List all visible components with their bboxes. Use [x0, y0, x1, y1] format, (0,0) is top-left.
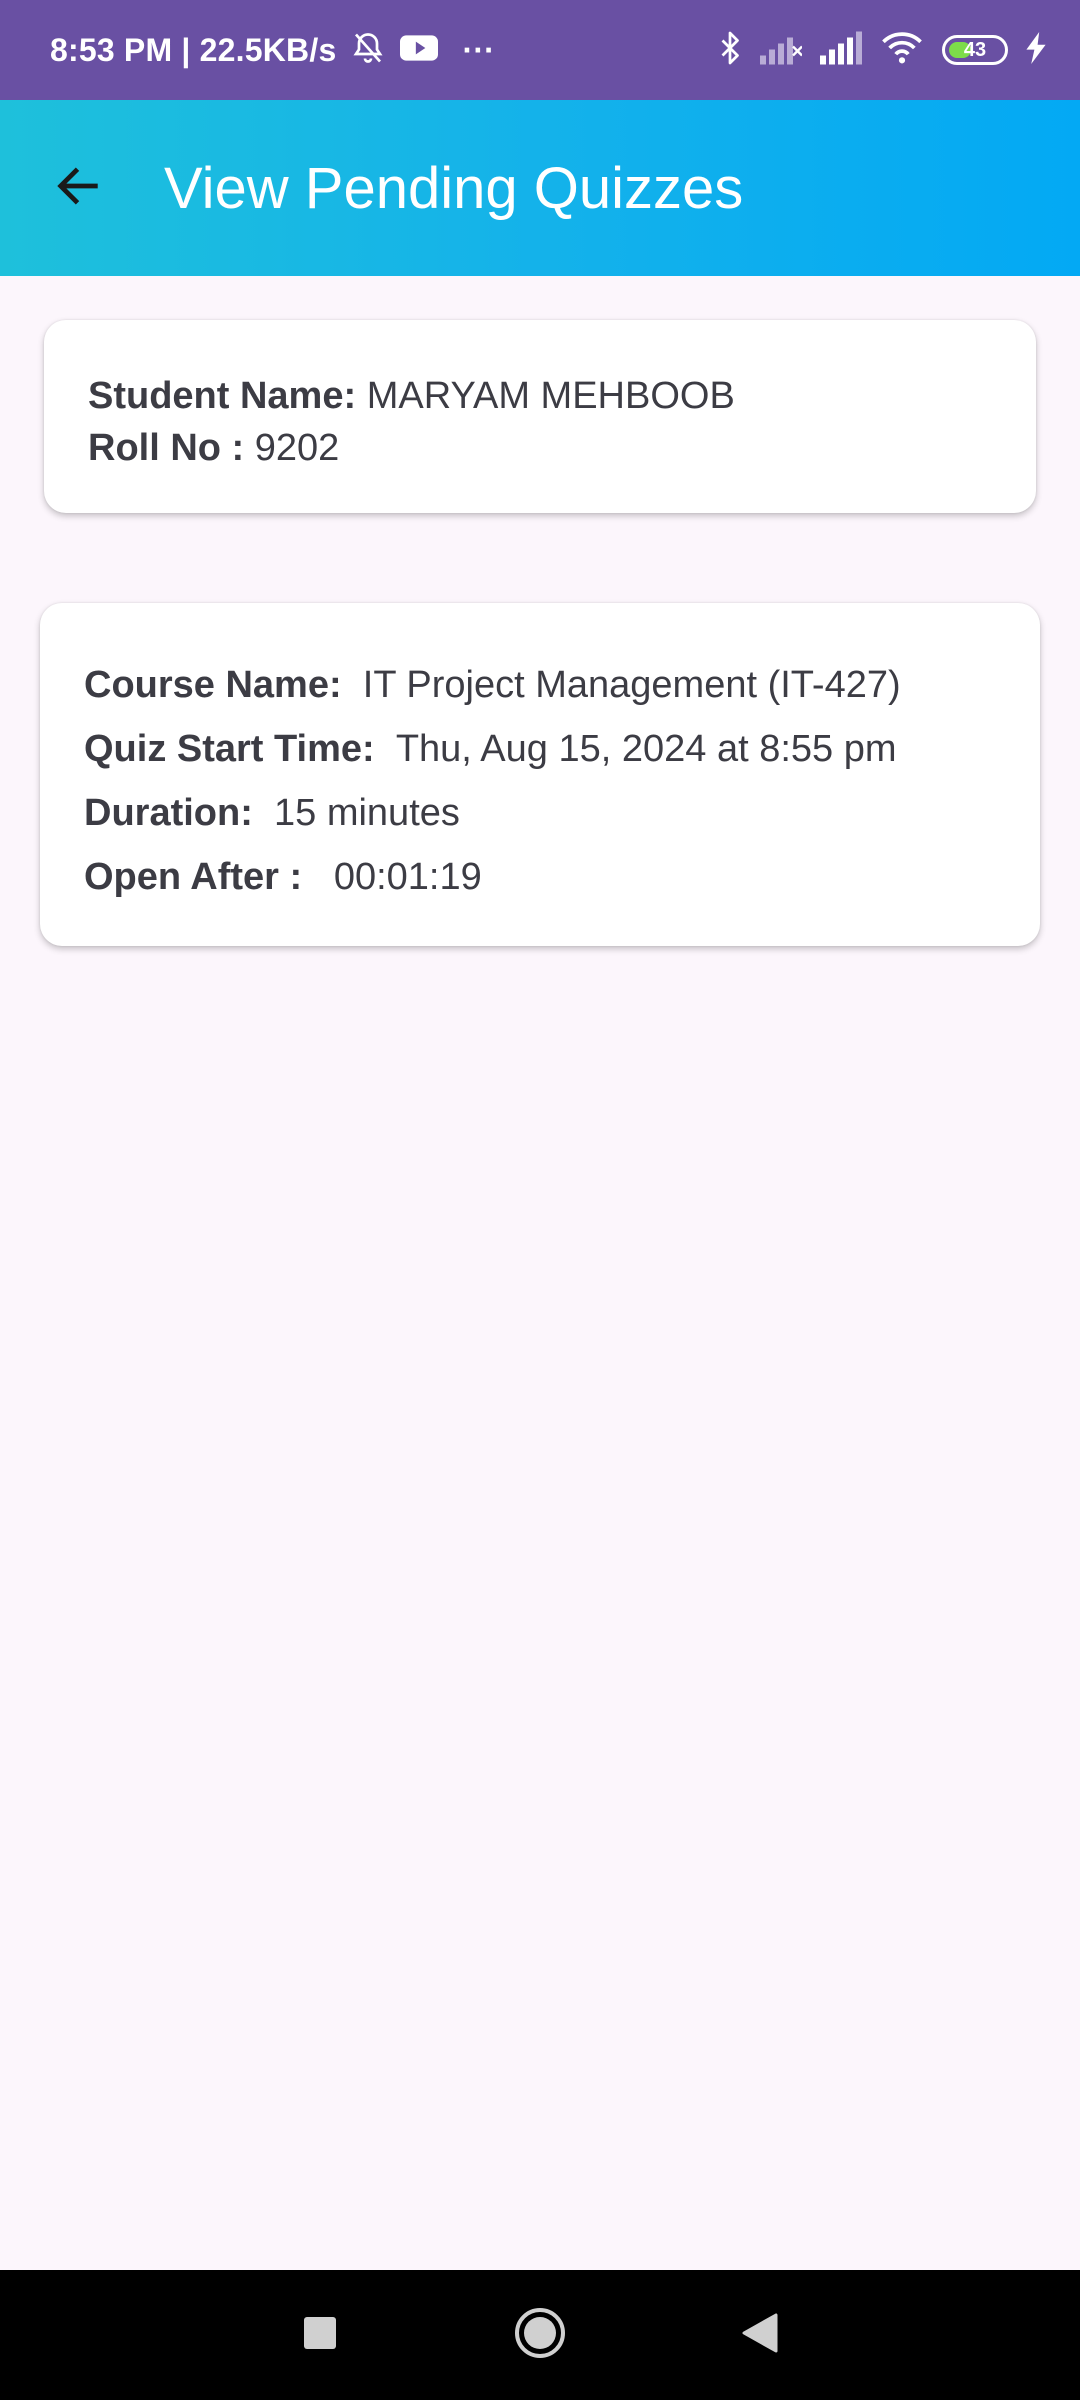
app-bar: View Pending Quizzes	[0, 100, 1080, 276]
roll-no-row: Roll No : 9202	[88, 422, 992, 474]
open-after-label: Open After :	[84, 856, 303, 898]
more-notifications: ···	[462, 31, 496, 68]
duration-value: 15 minutes	[274, 792, 460, 834]
course-name-value: IT Project Management (IT-427)	[362, 664, 901, 706]
duration-label: Duration:	[84, 792, 253, 834]
back-button[interactable]	[22, 132, 134, 244]
charging-icon	[1026, 31, 1046, 69]
recents-square-icon	[303, 2316, 337, 2355]
roll-no-value: 9202	[254, 427, 340, 469]
status-right: 43	[718, 30, 1046, 71]
open-after-value: 00:01:19	[333, 856, 482, 898]
home-button[interactable]	[470, 2270, 610, 2400]
duration-row: Duration: 15 minutes	[84, 781, 996, 845]
student-name-value: MARYAM MEHBOOB	[366, 375, 735, 417]
wifi-icon	[880, 31, 924, 70]
signal-icon	[820, 31, 862, 70]
home-circle-icon	[514, 2307, 566, 2364]
quiz-card[interactable]: Course Name: IT Project Management (IT-4…	[40, 603, 1040, 946]
back-nav-button[interactable]	[690, 2270, 830, 2400]
alarm-off-icon	[350, 30, 386, 71]
quiz-start-value: Thu, Aug 15, 2024 at 8:55 pm	[395, 728, 897, 770]
status-left: 8:53 PM | 22.5KB/s ···	[50, 30, 495, 71]
course-name-row: Course Name: IT Project Management (IT-4…	[84, 653, 996, 717]
page-title: View Pending Quizzes	[164, 155, 744, 221]
roll-no-label: Roll No :	[88, 427, 245, 469]
battery-icon: 43	[942, 35, 1008, 65]
course-name-label: Course Name:	[84, 664, 342, 706]
status-time-speed: 8:53 PM | 22.5KB/s	[50, 31, 337, 68]
student-name-label: Student Name:	[88, 375, 357, 417]
bluetooth-icon	[718, 30, 742, 71]
arrow-left-icon	[52, 160, 104, 217]
student-name-row: Student Name: MARYAM MEHBOOB	[88, 370, 992, 422]
recents-button[interactable]	[250, 2270, 390, 2400]
youtube-icon	[400, 33, 439, 68]
signal-weak-icon	[760, 31, 803, 70]
student-info-card: Student Name: MARYAM MEHBOOB Roll No : 9…	[44, 320, 1036, 513]
system-nav-bar	[0, 2270, 1080, 2400]
open-after-row: Open After : 00:01:19	[84, 845, 996, 909]
status-bar: 8:53 PM | 22.5KB/s ··· 43	[0, 0, 1080, 100]
quiz-start-row: Quiz Start Time: Thu, Aug 15, 2024 at 8:…	[84, 717, 996, 781]
back-triangle-icon	[742, 2313, 778, 2358]
battery-level: 43	[963, 38, 987, 61]
quiz-start-label: Quiz Start Time:	[84, 728, 375, 770]
